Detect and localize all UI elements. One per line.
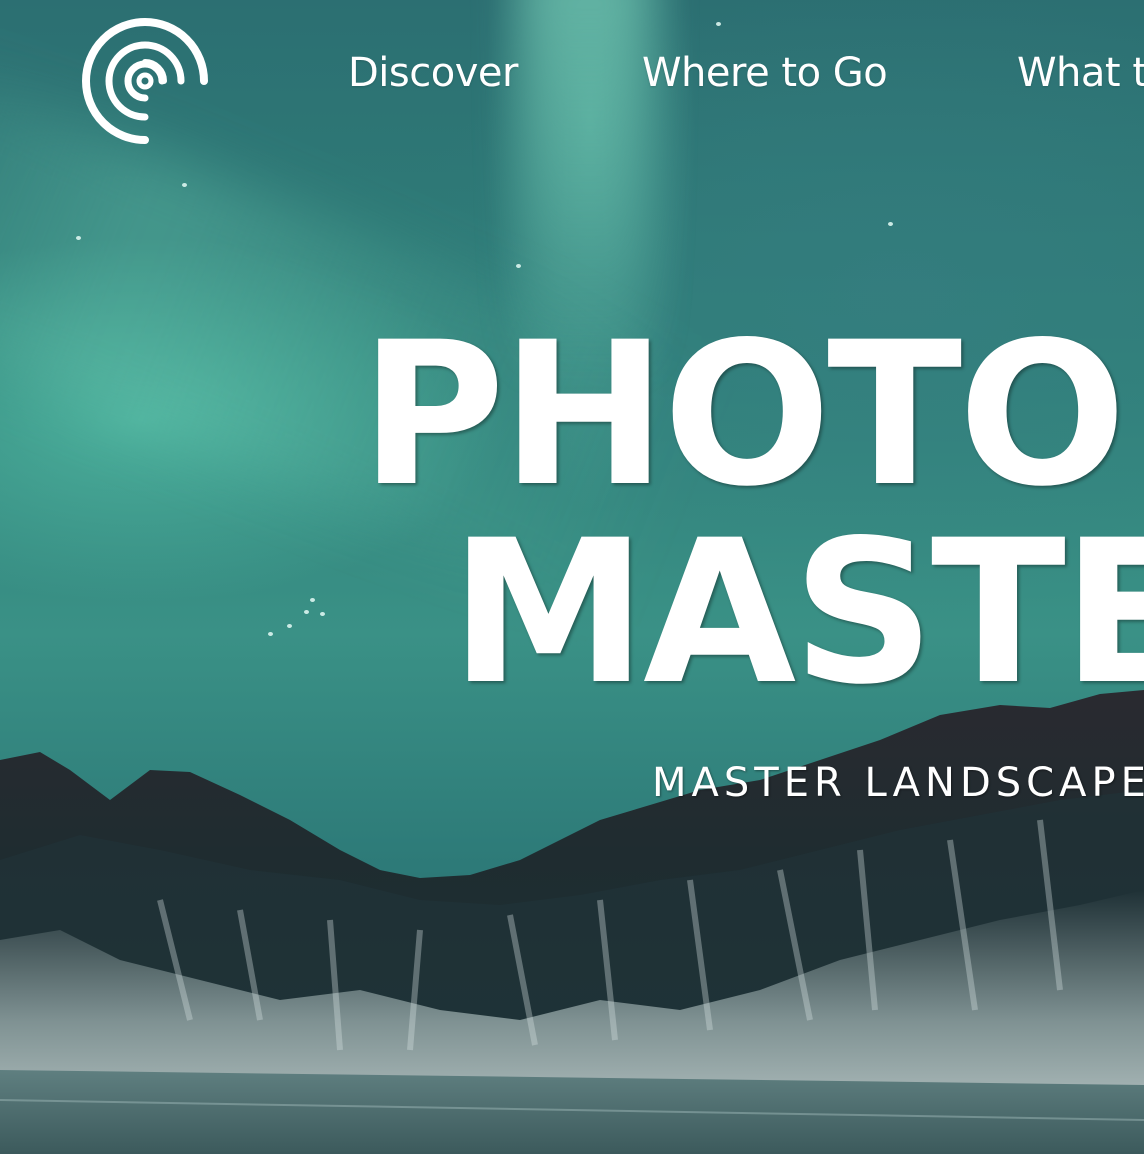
hero-subtitle: MASTER LANDSCAPE bbox=[652, 760, 1144, 806]
nav-item-what-to[interactable]: What to bbox=[1017, 50, 1144, 96]
main-nav: Discover Where to Go What to bbox=[0, 50, 1144, 110]
hero-title-line1: PHOTO bbox=[360, 299, 1127, 530]
nav-item-where-to-go[interactable]: Where to Go bbox=[642, 50, 888, 96]
nav-item-discover[interactable]: Discover bbox=[348, 50, 518, 96]
hero-section: Discover Where to Go What to PHOTO MASTE… bbox=[0, 0, 1144, 1154]
hero-title-line2: MASTE bbox=[450, 497, 1144, 728]
